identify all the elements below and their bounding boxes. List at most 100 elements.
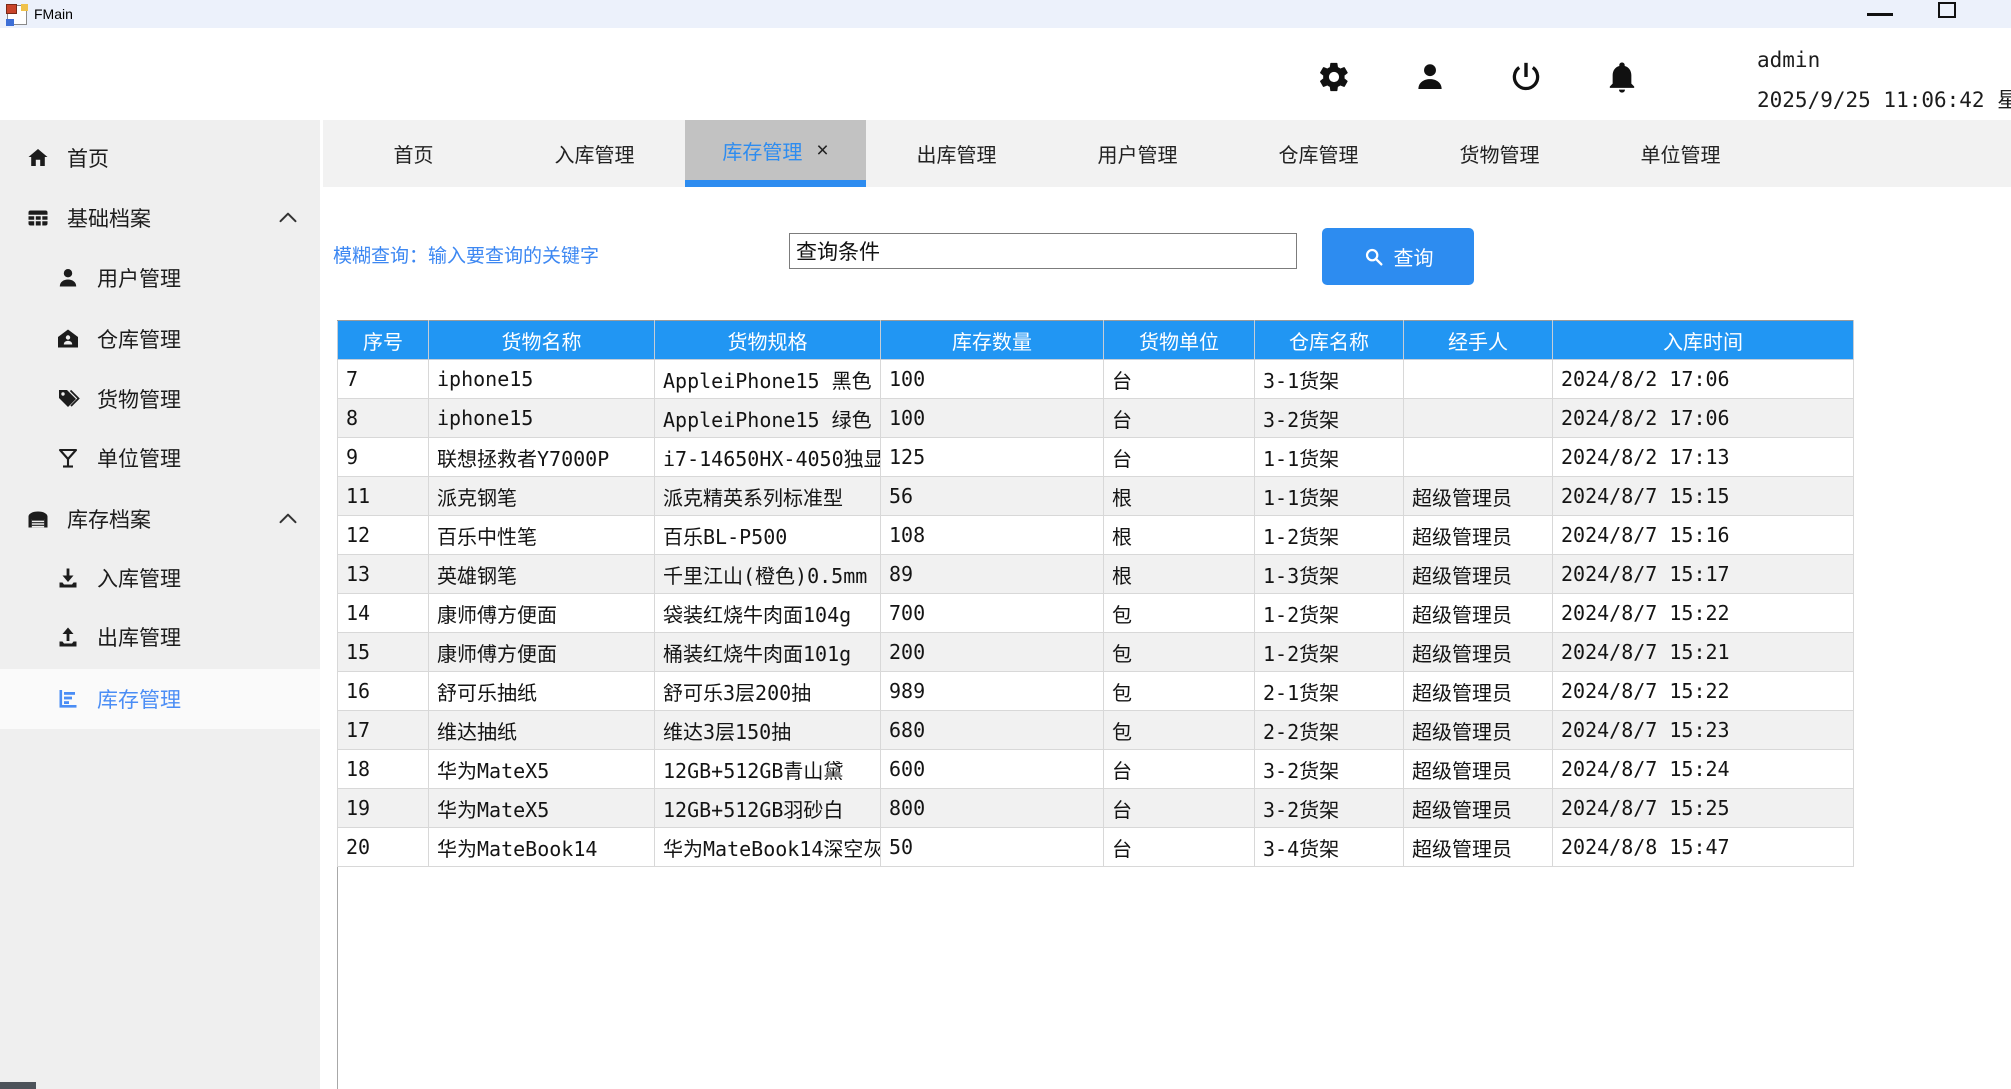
- cell[interactable]: 百乐中性笔: [429, 516, 655, 555]
- cell[interactable]: 英雄钢笔: [429, 555, 655, 594]
- cell[interactable]: AppleiPhone15 绿色: [655, 399, 881, 438]
- table-row[interactable]: 16舒可乐抽纸舒可乐3层200抽989包2-1货架超级管理员2024/8/7 1…: [338, 672, 1854, 711]
- table-row[interactable]: 8iphone15AppleiPhone15 绿色100台3-2货架2024/8…: [338, 399, 1854, 438]
- cell[interactable]: 根: [1104, 516, 1255, 555]
- table-row[interactable]: 20华为MateBook14华为MateBook14深空灰50台3-4货架超级管…: [338, 828, 1854, 867]
- cell[interactable]: 13: [338, 555, 429, 594]
- cell[interactable]: 19: [338, 789, 429, 828]
- cell[interactable]: 3-4货架: [1255, 828, 1404, 867]
- cell[interactable]: 50: [881, 828, 1104, 867]
- cell[interactable]: AppleiPhone15 黑色: [655, 360, 881, 399]
- table-row[interactable]: 17维达抽纸维达3层150抽680包2-2货架超级管理员2024/8/7 15:…: [338, 711, 1854, 750]
- sidebar-item-inventory-files[interactable]: 库存档案: [0, 489, 320, 549]
- tab-outbound[interactable]: 出库管理: [866, 120, 1047, 187]
- tab-warehouses[interactable]: 仓库管理: [1228, 120, 1409, 187]
- cell[interactable]: [1404, 399, 1553, 438]
- cell[interactable]: 台: [1104, 438, 1255, 477]
- cell[interactable]: 超级管理员: [1404, 555, 1553, 594]
- cell[interactable]: 16: [338, 672, 429, 711]
- gear-icon[interactable]: [1317, 60, 1351, 94]
- cell[interactable]: 包: [1104, 633, 1255, 672]
- maximize-button[interactable]: [1938, 2, 1956, 18]
- cell[interactable]: 华为MateX5: [429, 750, 655, 789]
- table-row[interactable]: 14康师傅方便面袋装红烧牛肉面104g700包1-2货架超级管理员2024/8/…: [338, 594, 1854, 633]
- search-button[interactable]: 查询: [1322, 228, 1474, 285]
- search-input[interactable]: [789, 233, 1297, 269]
- sidebar-item-goods[interactable]: 货物管理: [0, 369, 320, 429]
- cell[interactable]: 舒可乐3层200抽: [655, 672, 881, 711]
- column-header[interactable]: 货物规格: [655, 321, 881, 360]
- cell[interactable]: [1404, 360, 1553, 399]
- cell[interactable]: 2024/8/2 17:06: [1553, 399, 1854, 438]
- tab-users[interactable]: 用户管理: [1047, 120, 1228, 187]
- cell[interactable]: 袋装红烧牛肉面104g: [655, 594, 881, 633]
- cell[interactable]: 包: [1104, 711, 1255, 750]
- cell[interactable]: 超级管理员: [1404, 711, 1553, 750]
- cell[interactable]: 2024/8/8 15:47: [1553, 828, 1854, 867]
- table-row[interactable]: 11派克钢笔派克精英系列标准型56根1-1货架超级管理员2024/8/7 15:…: [338, 477, 1854, 516]
- cell[interactable]: 1-2货架: [1255, 594, 1404, 633]
- sidebar-item-warehouses[interactable]: 仓库管理: [0, 309, 320, 369]
- cell[interactable]: 14: [338, 594, 429, 633]
- cell[interactable]: i7-14650HX-4050独显: [655, 438, 881, 477]
- cell[interactable]: 超级管理员: [1404, 750, 1553, 789]
- cell[interactable]: [1404, 438, 1553, 477]
- cell[interactable]: 维达3层150抽: [655, 711, 881, 750]
- cell[interactable]: 康师傅方便面: [429, 594, 655, 633]
- cell[interactable]: 1-2货架: [1255, 516, 1404, 555]
- cell[interactable]: 2024/8/7 15:22: [1553, 672, 1854, 711]
- chevron-up-icon[interactable]: [278, 210, 298, 224]
- sidebar-item-home[interactable]: 首页: [0, 128, 320, 188]
- cell[interactable]: 9: [338, 438, 429, 477]
- column-header[interactable]: 库存数量: [881, 321, 1104, 360]
- column-header[interactable]: 入库时间: [1553, 321, 1854, 360]
- cell[interactable]: 1-3货架: [1255, 555, 1404, 594]
- cell[interactable]: 2-2货架: [1255, 711, 1404, 750]
- column-header[interactable]: 货物名称: [429, 321, 655, 360]
- sidebar-item-basic-files[interactable]: 基础档案: [0, 188, 320, 248]
- cell[interactable]: 派克精英系列标准型: [655, 477, 881, 516]
- cell[interactable]: 超级管理员: [1404, 828, 1553, 867]
- sidebar-item-inventory[interactable]: 库存管理: [0, 669, 320, 729]
- cell[interactable]: 台: [1104, 750, 1255, 789]
- cell[interactable]: 3-2货架: [1255, 789, 1404, 828]
- cell[interactable]: 20: [338, 828, 429, 867]
- cell[interactable]: 超级管理员: [1404, 633, 1553, 672]
- tab-goods[interactable]: 货物管理: [1409, 120, 1590, 187]
- table-row[interactable]: 12百乐中性笔百乐BL-P500108根1-2货架超级管理员2024/8/7 1…: [338, 516, 1854, 555]
- cell[interactable]: 1-1货架: [1255, 477, 1404, 516]
- table-row[interactable]: 7iphone15AppleiPhone15 黑色100台3-1货架2024/8…: [338, 360, 1854, 399]
- cell[interactable]: 超级管理员: [1404, 672, 1553, 711]
- cell[interactable]: 康师傅方便面: [429, 633, 655, 672]
- cell[interactable]: 3-1货架: [1255, 360, 1404, 399]
- cell[interactable]: 600: [881, 750, 1104, 789]
- cell[interactable]: 包: [1104, 672, 1255, 711]
- column-header[interactable]: 序号: [338, 321, 429, 360]
- cell[interactable]: 根: [1104, 477, 1255, 516]
- tab-close-icon[interactable]: ×: [816, 140, 828, 161]
- cell[interactable]: 根: [1104, 555, 1255, 594]
- cell[interactable]: 包: [1104, 594, 1255, 633]
- bell-icon[interactable]: [1605, 60, 1639, 94]
- table-row[interactable]: 19华为MateX512GB+512GB羽砂白800台3-2货架超级管理员202…: [338, 789, 1854, 828]
- cell[interactable]: iphone15: [429, 360, 655, 399]
- cell[interactable]: 华为MateBook14: [429, 828, 655, 867]
- table-row[interactable]: 15康师傅方便面桶装红烧牛肉面101g200包1-2货架超级管理员2024/8/…: [338, 633, 1854, 672]
- cell[interactable]: 2024/8/7 15:15: [1553, 477, 1854, 516]
- cell[interactable]: 17: [338, 711, 429, 750]
- column-header[interactable]: 货物单位: [1104, 321, 1255, 360]
- cell[interactable]: 桶装红烧牛肉面101g: [655, 633, 881, 672]
- cell[interactable]: 700: [881, 594, 1104, 633]
- cell[interactable]: 15: [338, 633, 429, 672]
- cell[interactable]: 台: [1104, 360, 1255, 399]
- cell[interactable]: 舒可乐抽纸: [429, 672, 655, 711]
- cell[interactable]: 12GB+512GB羽砂白: [655, 789, 881, 828]
- cell[interactable]: 千里江山(橙色)0.5mm: [655, 555, 881, 594]
- cell[interactable]: 3-2货架: [1255, 750, 1404, 789]
- cell[interactable]: 华为MateX5: [429, 789, 655, 828]
- cell[interactable]: 2024/8/7 15:22: [1553, 594, 1854, 633]
- column-header[interactable]: 仓库名称: [1255, 321, 1404, 360]
- cell[interactable]: 2-1货架: [1255, 672, 1404, 711]
- tab-inventory[interactable]: 库存管理 ×: [685, 120, 866, 187]
- cell[interactable]: 125: [881, 438, 1104, 477]
